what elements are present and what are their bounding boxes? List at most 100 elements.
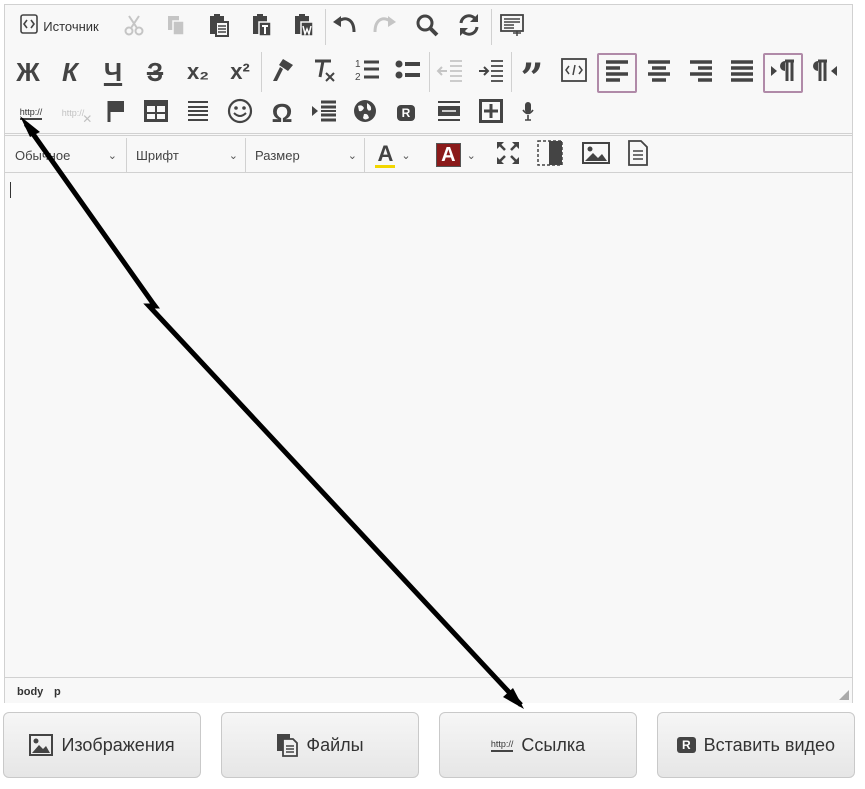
files-icon [276, 733, 299, 757]
blockquote-button[interactable]: ” [515, 53, 549, 99]
superscript-icon: x² [230, 59, 250, 84]
ltr-button[interactable] [763, 53, 803, 93]
toolbar-separator [245, 138, 246, 172]
templates-icon [499, 13, 525, 41]
code-snippet-button[interactable] [557, 53, 591, 91]
show-blocks-button[interactable] [533, 140, 567, 170]
source-icon [19, 14, 39, 38]
link-insert-button-label: Ссылка [521, 734, 586, 755]
bg-color-button[interactable]: A ⌄ [431, 140, 481, 170]
templates-button[interactable] [495, 11, 529, 43]
remove-format-icon [311, 57, 337, 87]
resize-handle[interactable] [839, 690, 849, 700]
bulleted-list-icon [394, 57, 422, 87]
paste-text-icon [250, 12, 274, 42]
copy-format-button[interactable] [265, 53, 299, 91]
add-block-icon [478, 98, 504, 128]
toolbar-separator [511, 52, 512, 92]
text-color-button[interactable]: A ⌄ [369, 140, 417, 170]
add-block-button[interactable] [474, 97, 508, 129]
indent-icon [477, 57, 505, 87]
paste-word-button[interactable] [287, 11, 321, 43]
link-icon: http:// [19, 107, 43, 120]
files-button[interactable]: Файлы [221, 712, 419, 778]
toolbar-separator [429, 52, 430, 92]
superscript-button[interactable]: x² [223, 53, 257, 91]
video-badge-icon: R [676, 737, 696, 753]
page-break-button[interactable] [307, 97, 341, 129]
image-icon [29, 734, 54, 756]
editor-content-area[interactable] [5, 174, 852, 677]
image-button[interactable] [577, 140, 615, 170]
align-right-button[interactable] [681, 53, 721, 93]
cut-button[interactable] [117, 11, 151, 43]
mic-button[interactable] [513, 97, 543, 129]
source-label: Источник [43, 18, 99, 34]
mic-icon [521, 100, 535, 126]
font-select[interactable]: Шрифт ⌄ [130, 140, 244, 170]
remove-format-button[interactable] [307, 53, 341, 91]
strike-button[interactable]: З [138, 53, 172, 91]
find-button[interactable] [410, 11, 444, 43]
maximize-button[interactable] [491, 140, 525, 170]
special-char-button[interactable]: Ω [265, 97, 299, 129]
align-center-button[interactable] [639, 53, 679, 93]
ltr-icon [769, 59, 797, 87]
unlink-label: http:// [61, 108, 85, 118]
format-select[interactable]: Обычное ⌄ [9, 140, 123, 170]
iframe-button[interactable] [348, 97, 382, 129]
svg-text:2: 2 [355, 72, 361, 83]
blockquote-icon: ” [520, 55, 544, 102]
find-icon [415, 13, 439, 41]
align-center-icon [646, 59, 672, 87]
align-left-button[interactable] [597, 53, 637, 93]
copy-button[interactable] [159, 11, 193, 43]
replace-button[interactable] [452, 11, 486, 43]
justify-button[interactable] [722, 53, 762, 93]
element-path-bar: body p [5, 677, 852, 703]
link-insert-button[interactable]: http:// Ссылка [439, 712, 637, 778]
copy-icon [164, 13, 188, 41]
images-button-label: Изображения [61, 734, 175, 755]
path-item-body[interactable]: body [17, 686, 43, 698]
bulleted-list-button[interactable] [391, 53, 425, 91]
numbered-list-button[interactable]: 12 [350, 53, 384, 91]
insert-video-button[interactable]: R Вставить видео [657, 712, 855, 778]
smiley-button[interactable] [223, 97, 257, 129]
unlink-icon: http:// ✕ [61, 108, 93, 126]
size-select[interactable]: Размер ⌄ [249, 140, 363, 170]
images-button[interactable]: Изображения [3, 712, 201, 778]
subscript-button[interactable]: x₂ [181, 53, 215, 91]
unlink-button[interactable]: http:// ✕ [53, 97, 93, 129]
code-snippet-icon [561, 58, 587, 86]
italic-button[interactable]: К [53, 53, 87, 91]
redo-icon [371, 14, 397, 40]
video-icon: R [396, 105, 416, 121]
outdent-button[interactable] [433, 53, 467, 91]
horizontal-rule-button[interactable] [181, 97, 215, 129]
rich-text-editor: Источник Ж К Ч З x₂ x² 1 2 ” http:// htt… [4, 4, 853, 703]
horizontal-rule-icon [186, 99, 210, 127]
redo-button[interactable] [367, 11, 401, 43]
paste-button[interactable] [202, 11, 236, 43]
paste-text-button[interactable] [245, 11, 279, 43]
image-gallery-button[interactable] [432, 97, 466, 129]
document-button[interactable] [621, 140, 655, 170]
paste-word-icon [292, 12, 316, 42]
anchor-button[interactable] [99, 97, 133, 129]
underline-button[interactable]: Ч [96, 53, 130, 91]
justify-icon [729, 59, 755, 87]
path-item-p[interactable]: p [54, 686, 61, 698]
image-icon [582, 141, 610, 169]
undo-button[interactable] [328, 11, 362, 43]
bold-button[interactable]: Ж [11, 53, 45, 91]
unlink-cross: ✕ [82, 112, 93, 126]
source-button[interactable]: Источник [13, 11, 105, 41]
video-button[interactable]: R [389, 97, 423, 129]
size-select-label: Размер [255, 147, 300, 163]
link-button[interactable]: http:// [11, 97, 51, 129]
insert-video-button-label: Вставить видео [703, 734, 836, 755]
indent-button[interactable] [474, 53, 508, 91]
rtl-button[interactable] [805, 53, 845, 93]
table-button[interactable] [139, 97, 173, 129]
